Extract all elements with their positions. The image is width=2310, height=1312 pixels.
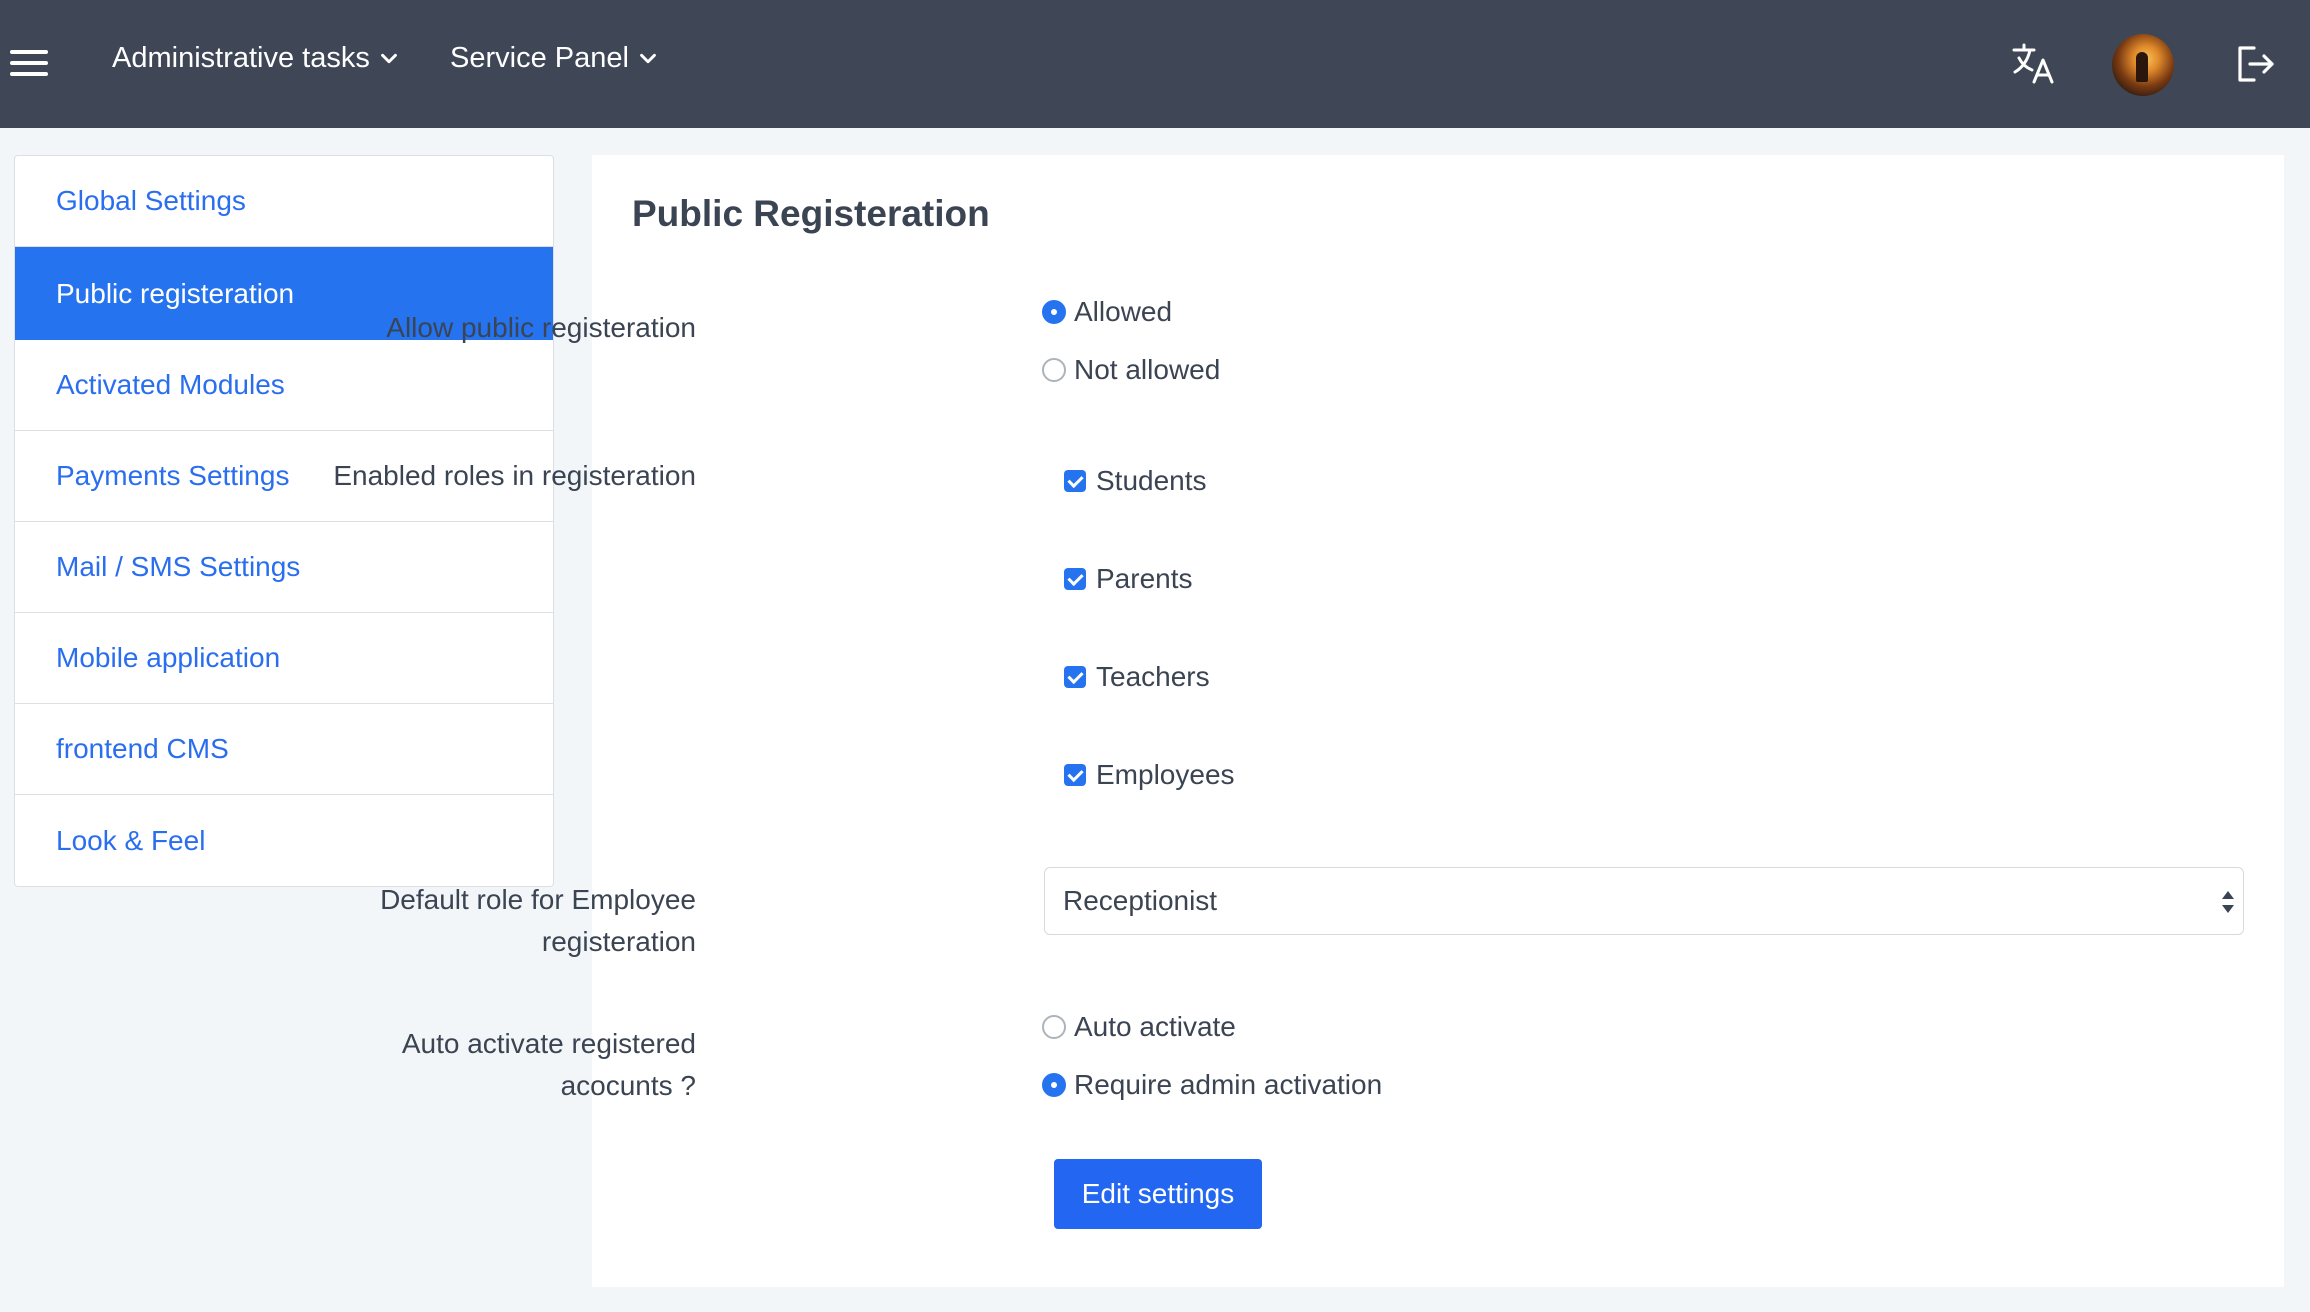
radio-button[interactable] (1042, 1015, 1066, 1039)
auto-activate-label-line1: Auto activate registered (401, 1028, 696, 1059)
checkbox-students[interactable]: Students (1064, 465, 1207, 497)
checkbox-teachers-label: Teachers (1096, 661, 1210, 692)
checkbox-employees[interactable]: Employees (1064, 759, 1235, 791)
checkbox-students-label: Students (1096, 465, 1207, 496)
administrative-tasks-menu[interactable]: Administrative tasks (112, 42, 400, 75)
radio-button[interactable] (1042, 1073, 1066, 1097)
radio-not-allowed[interactable]: Not allowed (1042, 354, 1220, 386)
sidebar-item-mobile-application[interactable]: Mobile application (15, 613, 553, 704)
main-panel: Public Registeration Allow public regist… (333, 155, 2284, 1287)
edit-settings-button[interactable]: Edit settings (1054, 1159, 1262, 1229)
radio-not-allowed-label: Not allowed (1074, 354, 1221, 385)
enabled-roles-label: Enabled roles in registeration (333, 460, 696, 491)
service-panel-label: Service Panel (450, 42, 629, 74)
chevron-down-icon (380, 53, 397, 63)
radio-allowed-label: Allowed (1074, 296, 1173, 327)
default-role-value: Receptionist (1063, 885, 1218, 916)
service-panel-menu[interactable]: Service Panel (450, 42, 659, 75)
default-role-select[interactable]: Receptionist (1044, 867, 2244, 935)
radio-button[interactable] (1042, 358, 1066, 382)
checkbox-parents[interactable]: Parents (1064, 563, 1193, 595)
default-role-label-line2: registeration (541, 926, 696, 957)
radio-auto-activate-label: Auto activate (1074, 1011, 1236, 1042)
radio-allowed[interactable]: Allowed (1042, 296, 1172, 328)
sidebar-item-global-settings[interactable]: Global Settings (15, 156, 553, 247)
logout-icon[interactable] (2230, 40, 2278, 88)
default-role-label-line1: Default role for Employee (380, 884, 696, 915)
sidebar-item-mail-sms-settings[interactable]: Mail / SMS Settings (15, 522, 553, 613)
page-title: Public Registeration (632, 193, 990, 234)
radio-button[interactable] (1042, 300, 1066, 324)
settings-sidebar: Global Settings Public registeration Act… (14, 155, 554, 887)
allow-public-registeration-label: Allow public registeration (386, 312, 696, 343)
top-navbar: Administrative tasks Service Panel (0, 0, 2310, 128)
radio-require-admin-activation[interactable]: Require admin activation (1042, 1069, 1382, 1101)
checkbox[interactable] (1064, 470, 1086, 492)
hamburger-icon[interactable] (10, 50, 48, 76)
radio-require-admin-activation-label: Require admin activation (1074, 1069, 1383, 1100)
avatar[interactable] (2112, 34, 2174, 96)
checkbox[interactable] (1064, 764, 1086, 786)
checkbox[interactable] (1064, 568, 1086, 590)
sidebar-item-activated-modules[interactable]: Activated Modules (15, 340, 553, 431)
translate-icon[interactable] (2010, 40, 2058, 88)
checkbox-teachers[interactable]: Teachers (1064, 661, 1210, 693)
chevron-down-icon (640, 53, 656, 63)
administrative-tasks-label: Administrative tasks (112, 42, 370, 74)
checkbox-employees-label: Employees (1096, 759, 1235, 790)
select-arrows-icon (2222, 891, 2234, 913)
checkbox[interactable] (1064, 666, 1086, 688)
auto-activate-label-line2: acocunts ? (560, 1070, 696, 1101)
sidebar-item-look-and-feel[interactable]: Look & Feel (15, 795, 553, 886)
radio-auto-activate[interactable]: Auto activate (1042, 1011, 1236, 1043)
sidebar-item-frontend-cms[interactable]: frontend CMS (15, 704, 553, 795)
checkbox-parents-label: Parents (1096, 563, 1193, 594)
default-role-label: Default role for Employee registeration (176, 879, 696, 963)
auto-activate-label: Auto activate registered acocunts ? (176, 1023, 696, 1107)
